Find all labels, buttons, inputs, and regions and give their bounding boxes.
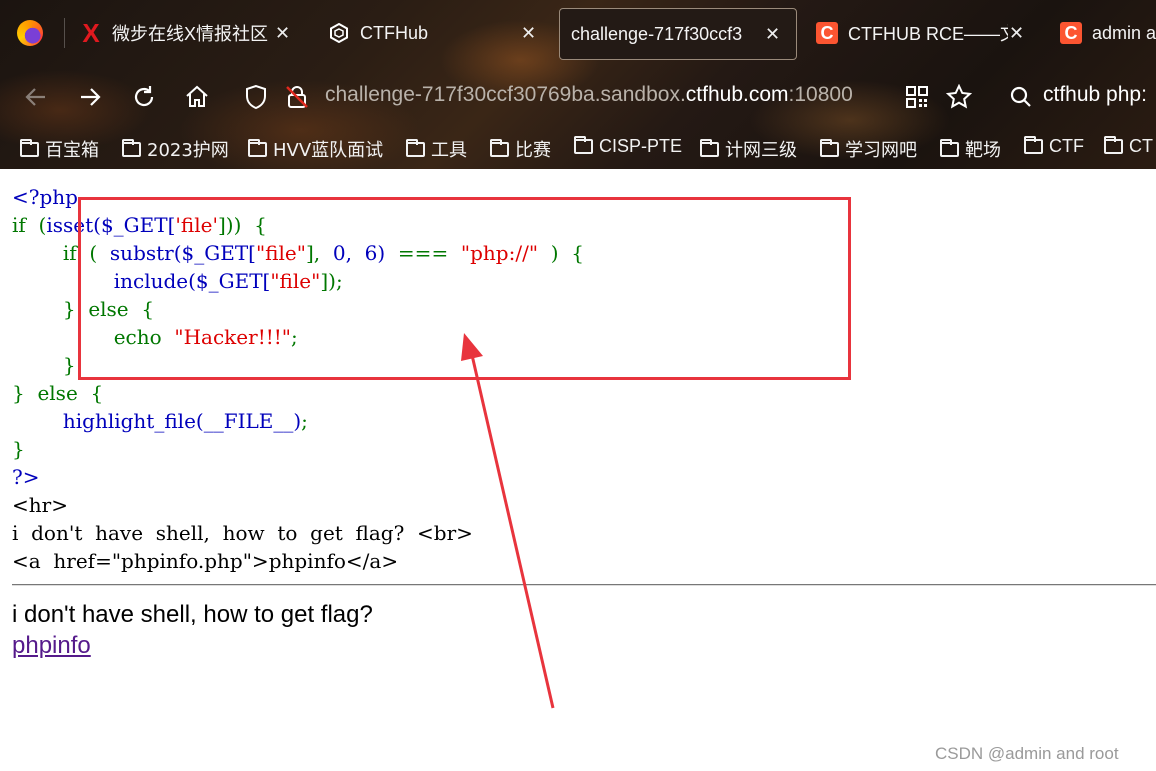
annotation-arrow bbox=[461, 333, 555, 709]
csdn-watermark: CSDN @admin and root bbox=[935, 744, 1119, 763]
